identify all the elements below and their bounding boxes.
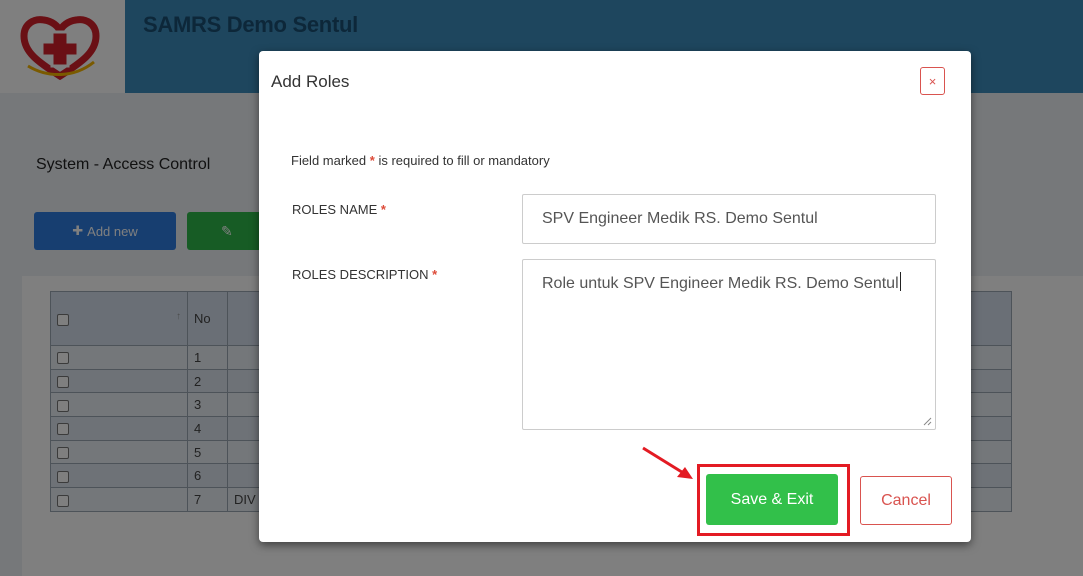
required-star: * bbox=[432, 267, 438, 282]
note-text: Field marked bbox=[291, 153, 367, 168]
required-note: Field marked * is required to fill or ma… bbox=[291, 153, 550, 168]
roles-name-label: ROLES NAME * bbox=[292, 202, 386, 217]
roles-name-input[interactable]: SPV Engineer Medik RS. Demo Sentul bbox=[522, 194, 936, 244]
add-roles-modal: Add Roles × Field marked * is required t… bbox=[259, 51, 971, 542]
roles-name-value: SPV Engineer Medik RS. Demo Sentul bbox=[542, 210, 818, 227]
cancel-button[interactable]: Cancel bbox=[860, 476, 952, 525]
close-button[interactable]: × bbox=[920, 67, 945, 95]
roles-description-label-text: ROLES DESCRIPTION bbox=[292, 267, 429, 282]
roles-name-label-text: ROLES NAME bbox=[292, 202, 378, 217]
required-star: * bbox=[369, 153, 375, 168]
note-text: is required to fill or mandatory bbox=[378, 153, 550, 168]
red-arrow-icon bbox=[642, 446, 693, 479]
required-star: * bbox=[380, 202, 386, 217]
roles-description-textarea[interactable]: Role untuk SPV Engineer Medik RS. Demo S… bbox=[522, 259, 936, 430]
roles-description-value: Role untuk SPV Engineer Medik RS. Demo S… bbox=[542, 275, 899, 292]
modal-title: Add Roles bbox=[271, 72, 350, 91]
text-caret bbox=[899, 272, 901, 291]
save-exit-button[interactable]: Save & Exit bbox=[706, 474, 838, 525]
roles-description-label: ROLES DESCRIPTION * bbox=[292, 267, 437, 282]
resize-handle-icon[interactable] bbox=[923, 417, 932, 426]
